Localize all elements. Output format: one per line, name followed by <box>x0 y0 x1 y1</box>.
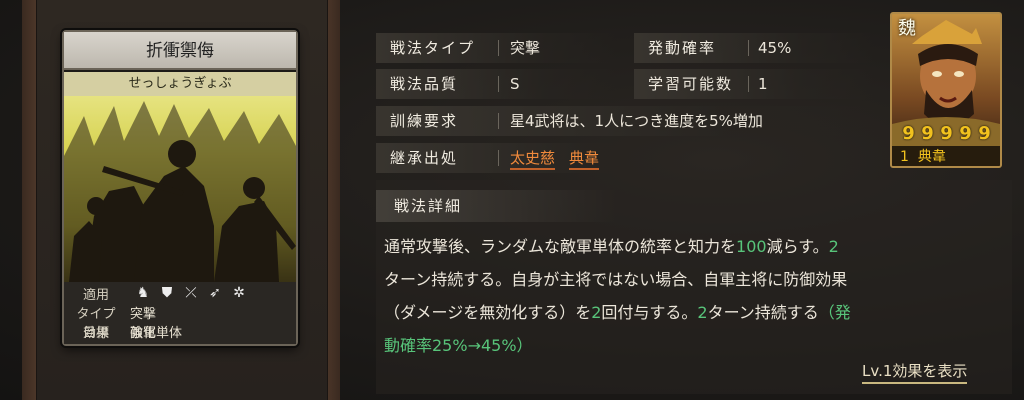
row-skill-quality: 戦法品質 S <box>376 69 616 99</box>
detail-line-3: （ダメージを無効化する）を2回付与する。2ターン持続する（発 <box>384 303 851 322</box>
game-screen: 折衝禦侮 せっしょうぎょぶ 適用 ♞ ⛊ ⤫ ➶ ✲ タイプ 突撃 効果 強化 … <box>0 0 1024 400</box>
detail-heading: 戦法詳細 <box>376 190 616 222</box>
inherit-link-taishici[interactable]: 太史慈 <box>510 149 556 170</box>
star-rating: 9 9 9 9 9 <box>900 124 996 144</box>
detail-line-4: 動確率25%→45%） <box>384 336 533 355</box>
stat-target: 目標 敵軍単体 <box>82 326 183 341</box>
detail-text: 通常攻撃後、ランダムな敵軍単体の統率と知力を100減らす。2 ターン持続する。自… <box>384 230 996 362</box>
horse-icon: ♞ <box>136 285 150 301</box>
row-trigger-rate: 発動確率 45% <box>634 33 874 63</box>
star-icon: 9 <box>940 123 953 144</box>
detail-line-1: 通常攻撃後、ランダムな敵軍単体の統率と知力を100減らす。2 <box>384 237 839 256</box>
faction-badge: 魏 <box>898 18 916 39</box>
skill-name: 折衝禦侮 <box>64 32 296 70</box>
show-level1-effect-link[interactable]: Lv.1効果を表示 <box>862 360 968 384</box>
cavalry-charge-illustration <box>64 101 296 282</box>
general-portrait[interactable]: 魏 9 9 9 9 9 1 典韋 <box>890 12 1002 168</box>
row-learnable-count: 学習可能数 1 <box>634 69 874 99</box>
row-skill-type: 戦法タイプ 突撃 <box>376 33 616 63</box>
apply-icons: ♞ ⛊ ⤫ ➶ ✲ <box>134 284 248 302</box>
star-icon: 9 <box>921 123 934 144</box>
row-training-requirement: 訓練要求 星4武将は、1人につき進度を5%増加 <box>376 106 876 136</box>
skill-artwork <box>64 96 296 282</box>
star-icon: 9 <box>902 123 915 144</box>
wheel-icon: ✲ <box>233 285 245 301</box>
inherit-link-tenni[interactable]: 典韋 <box>569 149 600 170</box>
general-name: 典韋 <box>917 149 946 165</box>
general-name-plate: 1 典韋 <box>892 146 1000 166</box>
star-icon: 9 <box>978 123 991 144</box>
general-level: 1 <box>900 149 909 165</box>
row-inherit-source: 継承出処 太史慈 典韋 <box>376 143 676 173</box>
skill-card: 折衝禦侮 せっしょうぎょぶ 適用 ♞ ⛊ ⤫ ➶ ✲ タイプ 突撃 効果 強化 … <box>62 30 298 346</box>
shield-icon: ⛊ <box>161 285 173 301</box>
star-icon: 9 <box>959 123 972 144</box>
spear-icon: ➶ <box>209 285 221 301</box>
detail-line-2: ターン持続する。自身が主将ではない場合、自軍主将に防御効果 <box>384 270 848 289</box>
skill-furigana: せっしょうぎょぶ <box>64 72 296 96</box>
bow-icon: ⤫ <box>185 285 197 301</box>
